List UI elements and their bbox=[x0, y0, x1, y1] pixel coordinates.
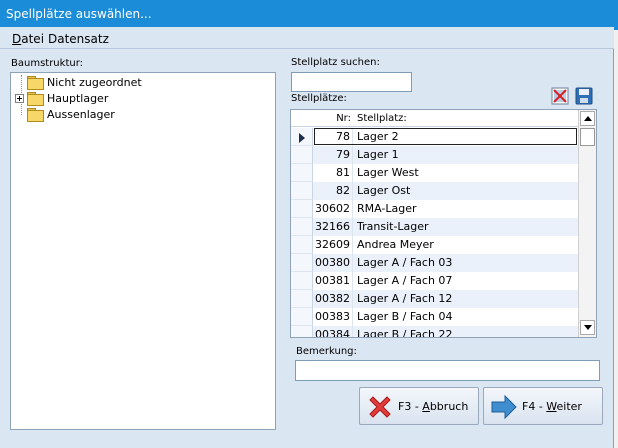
next-button[interactable]: F4 - Weiter bbox=[483, 387, 603, 425]
save-icon[interactable] bbox=[575, 87, 593, 105]
table-row[interactable]: 00382 Lager A / Fach 12 bbox=[291, 290, 579, 308]
grid-label: Stellplätze: bbox=[291, 93, 347, 104]
scroll-thumb[interactable] bbox=[580, 128, 595, 146]
cell-stellplatz[interactable]: Lager B / Fach 22 bbox=[357, 328, 452, 337]
arrow-right-icon bbox=[491, 394, 517, 420]
table-row[interactable]: 78 Lager 2 bbox=[291, 128, 579, 146]
stellplatz-grid[interactable]: Nr: Stellplatz: 78 Lager 2 79 Lager 1 81 Lage… bbox=[290, 109, 597, 338]
cell-nr[interactable]: 82 bbox=[313, 182, 353, 200]
row-selector[interactable] bbox=[291, 308, 313, 326]
row-selector[interactable] bbox=[291, 254, 313, 272]
table-row[interactable]: 81 Lager West bbox=[291, 164, 579, 182]
cancel-button[interactable]: F3 - Abbruch bbox=[359, 387, 479, 425]
delete-filter-icon[interactable] bbox=[551, 87, 569, 105]
cancel-x-icon bbox=[369, 396, 391, 418]
menu-datei[interactable]: Datei bbox=[12, 32, 44, 46]
row-selector[interactable] bbox=[291, 236, 313, 254]
table-row[interactable]: 30602 RMA-Lager bbox=[291, 200, 579, 218]
cell-nr[interactable]: 32609 bbox=[313, 236, 353, 254]
cell-nr[interactable]: 00380 bbox=[313, 254, 353, 272]
cell-stellplatz[interactable]: Lager A / Fach 03 bbox=[357, 256, 452, 269]
tree-label: Baumstruktur: bbox=[11, 58, 84, 69]
menu-bar: Datei Datensatz bbox=[0, 27, 614, 49]
table-row[interactable]: 00384 Lager B / Fach 22 bbox=[291, 326, 579, 337]
cell-nr[interactable]: 81 bbox=[313, 164, 353, 182]
row-selector[interactable] bbox=[291, 164, 313, 182]
row-selector[interactable] bbox=[291, 182, 313, 200]
folder-icon bbox=[27, 92, 44, 106]
cell-stellplatz[interactable]: Lager Ost bbox=[357, 184, 410, 197]
tree-item-aussenlager[interactable]: Aussenlager bbox=[15, 106, 115, 122]
row-selector[interactable] bbox=[291, 146, 313, 164]
title-bar[interactable]: Spellplätze auswählen... bbox=[0, 0, 618, 30]
tree-view[interactable]: Nicht zugeordnet Hauptlager Aussenlager bbox=[10, 72, 276, 430]
cell-stellplatz[interactable]: Lager A / Fach 07 bbox=[357, 274, 452, 287]
cell-nr[interactable]: 00382 bbox=[313, 290, 353, 308]
current-cell-focus bbox=[314, 128, 577, 145]
cell-nr[interactable]: 30602 bbox=[313, 200, 353, 218]
row-selector[interactable] bbox=[291, 290, 313, 308]
table-row[interactable]: 32609 Andrea Meyer bbox=[291, 236, 579, 254]
table-row[interactable]: 00383 Lager B / Fach 04 bbox=[291, 308, 579, 326]
table-row[interactable]: 32166 Transit-Lager bbox=[291, 218, 579, 236]
folder-icon bbox=[27, 76, 44, 90]
row-selector[interactable] bbox=[291, 218, 313, 236]
scroll-down-button[interactable] bbox=[580, 320, 595, 335]
row-selector[interactable] bbox=[291, 128, 313, 146]
expand-icon[interactable] bbox=[15, 93, 24, 103]
cell-stellplatz[interactable]: RMA-Lager bbox=[357, 202, 417, 215]
cell-stellplatz[interactable]: Andrea Meyer bbox=[357, 238, 434, 251]
window-title: Spellplätze auswählen... bbox=[6, 7, 152, 21]
remark-input[interactable] bbox=[295, 360, 600, 381]
column-header-nr[interactable]: Nr: bbox=[315, 113, 351, 124]
remark-label: Bemerkung: bbox=[296, 346, 357, 357]
cell-stellplatz[interactable]: Lager A / Fach 12 bbox=[357, 292, 452, 305]
cell-nr[interactable]: 32166 bbox=[313, 218, 353, 236]
row-selector[interactable] bbox=[291, 200, 313, 218]
menu-datensatz[interactable]: Datensatz bbox=[48, 32, 109, 46]
table-row[interactable]: 00381 Lager A / Fach 07 bbox=[291, 272, 579, 290]
tree-item-nicht-zugeordnet[interactable]: Nicht zugeordnet bbox=[15, 74, 142, 90]
search-label: Stellplatz suchen: bbox=[291, 57, 380, 68]
scroll-up-button[interactable] bbox=[580, 111, 595, 126]
column-header-stellplatz[interactable]: Stellplatz: bbox=[357, 113, 407, 124]
grid-scrollbar[interactable] bbox=[578, 110, 596, 337]
cell-nr[interactable]: 79 bbox=[313, 146, 353, 164]
folder-icon bbox=[27, 108, 44, 122]
row-selector[interactable] bbox=[291, 272, 313, 290]
row-selector[interactable] bbox=[291, 326, 313, 337]
grid-header: Nr: Stellplatz: bbox=[291, 110, 579, 127]
cell-nr[interactable]: 00384 bbox=[313, 326, 353, 337]
cell-nr[interactable]: 00381 bbox=[313, 272, 353, 290]
table-row[interactable]: 00380 Lager A / Fach 03 bbox=[291, 254, 579, 272]
table-row[interactable]: 82 Lager Ost bbox=[291, 182, 579, 200]
cell-stellplatz[interactable]: Lager 1 bbox=[357, 148, 399, 161]
current-row-arrow-icon bbox=[299, 133, 305, 143]
table-row[interactable]: 79 Lager 1 bbox=[291, 146, 579, 164]
search-input[interactable] bbox=[291, 72, 412, 92]
dialog-client: Datei Datensatz Baumstruktur: Nicht zuge… bbox=[0, 27, 614, 448]
tree-item-hauptlager[interactable]: Hauptlager bbox=[15, 90, 108, 106]
cell-stellplatz[interactable]: Transit-Lager bbox=[357, 220, 429, 233]
cell-stellplatz[interactable]: Lager B / Fach 04 bbox=[357, 310, 452, 323]
cell-nr[interactable]: 00383 bbox=[313, 308, 353, 326]
cell-stellplatz[interactable]: Lager West bbox=[357, 166, 419, 179]
